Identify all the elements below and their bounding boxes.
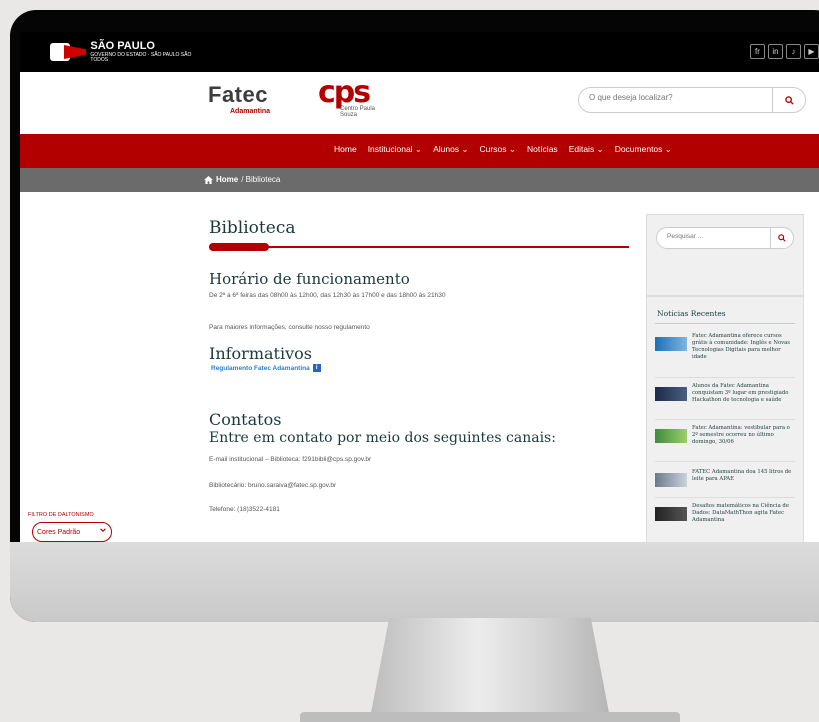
- news-title: Desafios matemáticos na Ciência de Dados…: [692, 503, 789, 524]
- sp-flag-icon: [50, 43, 86, 61]
- breadcrumb-home[interactable]: Home: [216, 175, 238, 184]
- search-icon: [784, 95, 794, 105]
- filter-label: FILTRO DE DALTONISMO: [28, 512, 94, 518]
- news-thumbnail: [655, 507, 687, 521]
- news-thumbnail: [655, 473, 687, 487]
- gov-title: SÃO PAULO: [90, 40, 155, 52]
- news-item[interactable]: Desafios matemáticos na Ciência de Dados…: [655, 503, 797, 524]
- title-accent: [209, 243, 269, 251]
- main-content: Biblioteca Horário de funcionamento De 2…: [20, 192, 819, 542]
- monitor-chin: [10, 542, 819, 622]
- chevron-down-icon: [100, 528, 106, 533]
- site-search-input[interactable]: [587, 92, 771, 103]
- cps-subtitle: Centro Paula Souza: [340, 106, 376, 118]
- tiktok-icon[interactable]: ♪: [786, 44, 801, 59]
- flickr-icon[interactable]: fr: [750, 44, 765, 59]
- hours-heading: Horário de funcionamento: [209, 270, 410, 288]
- fatec-name: Fatec: [208, 82, 268, 107]
- bibliotecario-text: Bibliotecário: bruno.saraiva@fatec.sp.go…: [209, 482, 337, 489]
- news-thumbnail: [655, 387, 687, 401]
- regulamento-link[interactable]: Regulamento Fatec Adamantina i: [211, 364, 321, 372]
- info-icon: i: [312, 364, 321, 372]
- news-item[interactable]: FATEC Adamantina doa 145 litros de leite…: [655, 469, 797, 487]
- cps-logo[interactable]: cps Centro Paula Souza: [318, 75, 375, 119]
- recent-news-title: Notícias Recentes: [657, 309, 726, 318]
- nav-home[interactable]: Home: [334, 144, 357, 155]
- monitor-stand-base: [300, 712, 680, 722]
- news-title: Fatec Adamantina oferece cursos grátis à…: [692, 333, 791, 361]
- sidebar-search-box: [646, 214, 804, 296]
- hours-text: De 2ª a 6ª feiras das 08h00 às 12h00, da…: [209, 292, 446, 299]
- regulamento-link-label: Regulamento Fatec Adamantina: [211, 364, 310, 372]
- breadcrumb: Home / Biblioteca: [20, 168, 819, 192]
- site-header: Fatec Adamantina cps Centro Paula Souza: [20, 72, 819, 132]
- page-title: Biblioteca: [209, 218, 296, 238]
- fatec-logo[interactable]: Fatec Adamantina: [208, 82, 270, 115]
- title-divider: [209, 246, 629, 248]
- monitor-stand: [370, 618, 610, 718]
- nav-alunos[interactable]: Alunos ⌄: [433, 144, 468, 155]
- youtube-icon[interactable]: ▶: [804, 44, 819, 59]
- email-text: E-mail institucional – Biblioteca: f291b…: [209, 456, 372, 463]
- site-search-button[interactable]: [772, 88, 805, 112]
- nav-documentos[interactable]: Documentos ⌄: [615, 144, 672, 155]
- fatec-unit: Adamantina: [230, 108, 271, 115]
- news-item[interactable]: Alunos da Fatec Adamantina conquistam 3º…: [655, 383, 797, 404]
- news-item[interactable]: Fatec Adamantina: vestibular para o 2º s…: [655, 425, 797, 446]
- site-search: [578, 87, 806, 113]
- telefone-text: Telefone: (18)3522-4181: [209, 506, 280, 513]
- recent-news-box: Notícias Recentes Fatec Adamantina ofere…: [646, 296, 804, 542]
- home-icon: [204, 175, 213, 184]
- sidebar-search: [656, 227, 794, 249]
- news-thumbnail: [655, 337, 687, 351]
- sidebar-search-button[interactable]: [770, 228, 793, 248]
- news-item[interactable]: Fatec Adamantina oferece cursos grátis à…: [655, 333, 797, 362]
- color-filter-value: Cores Padrão: [37, 528, 81, 536]
- nav-editais[interactable]: Editais ⌄: [569, 144, 604, 155]
- color-filter-select[interactable]: Cores Padrão: [32, 522, 112, 542]
- contatos-heading: Contatos: [209, 410, 282, 429]
- gov-bar: SÃO PAULO GOVERNO DO ESTADO · SÃO PAULO …: [20, 32, 819, 72]
- nav-noticias[interactable]: Notícias: [527, 144, 558, 155]
- linkedin-icon[interactable]: in: [768, 44, 783, 59]
- contatos-subheading: Entre em contato por meio dos seguintes …: [209, 430, 556, 446]
- social-links: fr in ♪ ▶: [750, 44, 819, 59]
- news-thumbnail: [655, 429, 687, 443]
- search-icon: [778, 234, 786, 242]
- info-text: Para maiores informações, consulte nosso…: [209, 324, 370, 331]
- cps-mark: cps: [318, 75, 371, 110]
- breadcrumb-current: / Biblioteca: [241, 175, 281, 184]
- nav-cursos[interactable]: Cursos ⌄: [480, 144, 516, 155]
- informativos-heading: Informativos: [209, 344, 312, 363]
- sidebar-search-input[interactable]: [665, 232, 759, 241]
- news-title: Fatec Adamantina: vestibular para o 2º s…: [692, 425, 790, 446]
- gov-sp-logo[interactable]: SÃO PAULO GOVERNO DO ESTADO · SÃO PAULO …: [20, 32, 205, 72]
- news-title: Alunos da Fatec Adamantina conquistam 3º…: [692, 383, 789, 404]
- gov-subtitle: GOVERNO DO ESTADO · SÃO PAULO SÃO TODOS: [90, 52, 192, 63]
- news-title: FATEC Adamantina doa 145 litros de leite…: [692, 469, 792, 483]
- main-nav: Home Institucional ⌄ Alunos ⌄ Cursos ⌄ N…: [20, 134, 819, 168]
- nav-institucional[interactable]: Institucional ⌄: [368, 144, 422, 155]
- browser-screen: SÃO PAULO GOVERNO DO ESTADO · SÃO PAULO …: [20, 32, 819, 542]
